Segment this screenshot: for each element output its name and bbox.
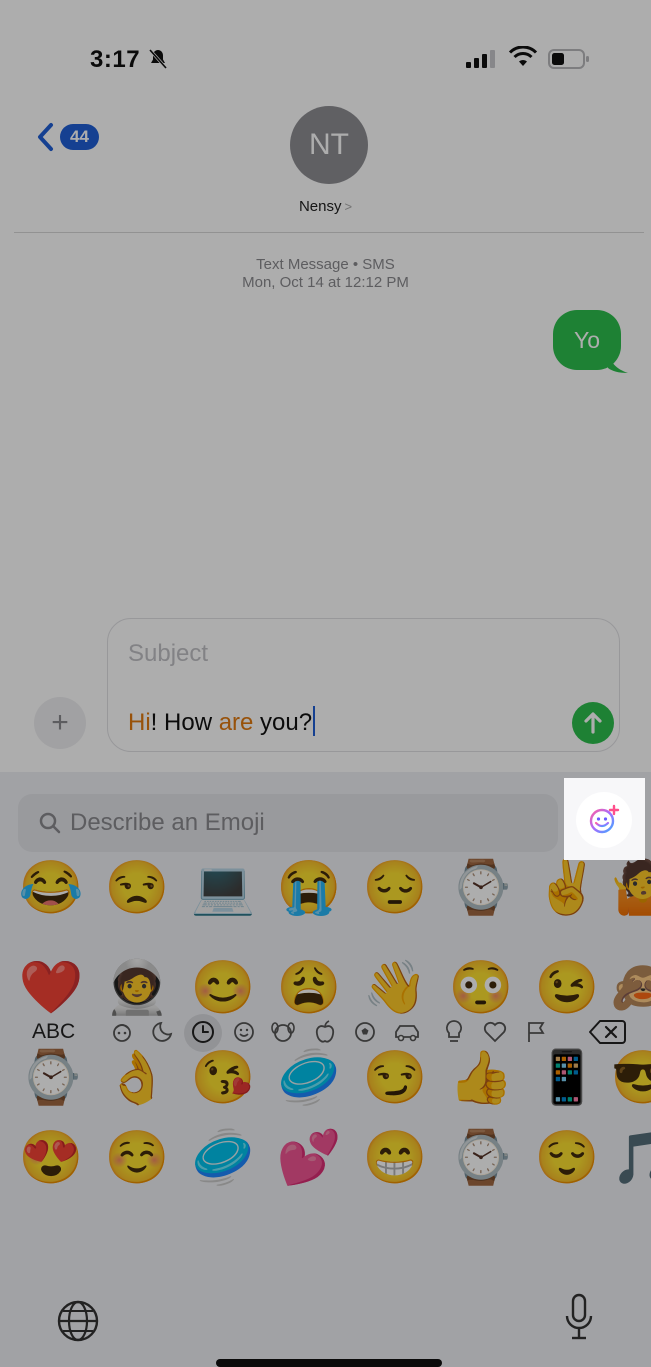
unread-badge: 44 <box>60 124 99 150</box>
plus-icon: + <box>51 706 69 739</box>
food-icon[interactable] <box>311 1018 339 1046</box>
emoji-key[interactable]: 🤷 <box>608 862 651 914</box>
subject-field[interactable]: Subject <box>128 640 208 668</box>
activity-icon[interactable] <box>351 1018 379 1046</box>
emoji-key[interactable]: 😊 <box>188 962 258 1014</box>
delete-button[interactable] <box>588 1018 626 1051</box>
emoji-key[interactable]: 😒 <box>102 862 172 914</box>
emoji-key[interactable]: 😂 <box>16 862 86 914</box>
text-caret <box>313 706 316 736</box>
message-text: ! How <box>150 709 219 736</box>
contact-name-label: Nensy <box>298 198 342 215</box>
message-timestamp: Mon, Oct 14 at 12:12 PM <box>242 274 409 291</box>
home-indicator <box>216 1359 442 1367</box>
emoji-key[interactable]: 😁 <box>360 1132 430 1184</box>
thread-meta: Text Message • SMS Mon, Oct 14 at 12:12 … <box>0 256 651 292</box>
globe-icon[interactable] <box>55 1298 101 1349</box>
emoji-key[interactable]: 😘 <box>188 1052 258 1104</box>
emoji-key[interactable]: 📱 <box>532 1052 602 1104</box>
message-text-field[interactable]: Hi! How are you? <box>128 706 316 737</box>
emoji-key[interactable]: 😭 <box>274 862 344 914</box>
send-button[interactable] <box>572 702 614 744</box>
delete-backspace-icon <box>589 1020 626 1044</box>
emoji-key[interactable]: 👌 <box>102 1052 172 1104</box>
genmoji-create-icon <box>589 804 620 834</box>
emoji-key[interactable]: 👋 <box>360 962 430 1014</box>
objects-icon[interactable] <box>440 1018 468 1046</box>
wifi-icon <box>508 45 538 73</box>
cellular-signal-icon <box>466 50 500 73</box>
header-divider <box>14 232 644 233</box>
genmoji-icon[interactable] <box>108 1018 136 1046</box>
chevron-right-icon: > <box>344 199 353 214</box>
emoji-key[interactable]: 💕 <box>274 1132 344 1184</box>
emoji-key[interactable]: ⌚ <box>446 862 516 914</box>
emoji-key[interactable]: ❤️ <box>16 962 86 1014</box>
genmoji-button[interactable] <box>576 792 632 848</box>
flags-icon[interactable] <box>522 1018 550 1046</box>
recent-icon[interactable] <box>189 1018 217 1046</box>
emoji-key[interactable]: 😔 <box>360 862 430 914</box>
emoji-key[interactable]: 🥏 <box>274 1052 344 1104</box>
emoji-key[interactable]: 😏 <box>360 1052 430 1104</box>
stickers-icon[interactable] <box>149 1018 177 1046</box>
animals-icon[interactable] <box>269 1018 297 1046</box>
emoji-key[interactable]: ⌚ <box>446 1132 516 1184</box>
message-text: you? <box>253 709 313 736</box>
silent-bell-icon <box>148 48 168 75</box>
emoji-key[interactable]: 🙈 <box>608 962 651 1014</box>
emoji-key[interactable]: 🥏 <box>188 1132 258 1184</box>
status-time: 3:17 <box>90 46 141 73</box>
search-placeholder: Describe an Emoji <box>70 809 265 836</box>
back-button[interactable]: 44 <box>36 122 99 152</box>
add-attachment-button[interactable]: + <box>34 697 86 749</box>
battery-icon <box>548 49 590 74</box>
message-type-label: Text Message • SMS <box>256 256 395 273</box>
emoji-key[interactable]: 🧑‍🚀 <box>102 962 172 1014</box>
emoji-key[interactable]: 😩 <box>274 962 344 1014</box>
highlighted-word: Hi <box>128 709 151 736</box>
arrow-up-icon <box>584 712 602 734</box>
abc-button[interactable]: ABC <box>32 1020 75 1044</box>
travel-icon[interactable] <box>393 1018 421 1046</box>
bubble-tail <box>608 352 628 373</box>
emoji-key[interactable]: 😌 <box>532 1132 602 1184</box>
emoji-key[interactable]: ⌚ <box>16 1052 86 1104</box>
symbols-icon[interactable] <box>481 1018 509 1046</box>
emoji-key[interactable]: 😍 <box>16 1132 86 1184</box>
search-icon <box>39 812 61 834</box>
emoji-key[interactable]: 💻 <box>188 862 258 914</box>
emoji-key[interactable]: 👍 <box>446 1052 516 1104</box>
emoji-key[interactable]: ☺️ <box>102 1132 172 1184</box>
avatar[interactable]: NT <box>290 106 368 184</box>
messages-screen: 3:17 44 NT Nensy > Text Message • SMS Mon… <box>0 0 651 1367</box>
emoji-key[interactable]: 🎵 <box>608 1132 651 1184</box>
emoji-key[interactable]: 😳 <box>446 962 516 1014</box>
microphone-icon[interactable] <box>563 1292 595 1349</box>
contact-name[interactable]: Nensy > <box>0 198 651 215</box>
emoji-key[interactable]: 😉 <box>532 962 602 1014</box>
emoji-key[interactable]: 😎 <box>608 1052 651 1104</box>
emoji-key[interactable]: ✌️ <box>532 862 602 914</box>
highlighted-word: are <box>218 709 254 736</box>
emoji-search-field[interactable]: Describe an Emoji <box>18 794 558 852</box>
smileys-icon[interactable] <box>230 1018 258 1046</box>
chevron-left-icon <box>38 123 53 151</box>
